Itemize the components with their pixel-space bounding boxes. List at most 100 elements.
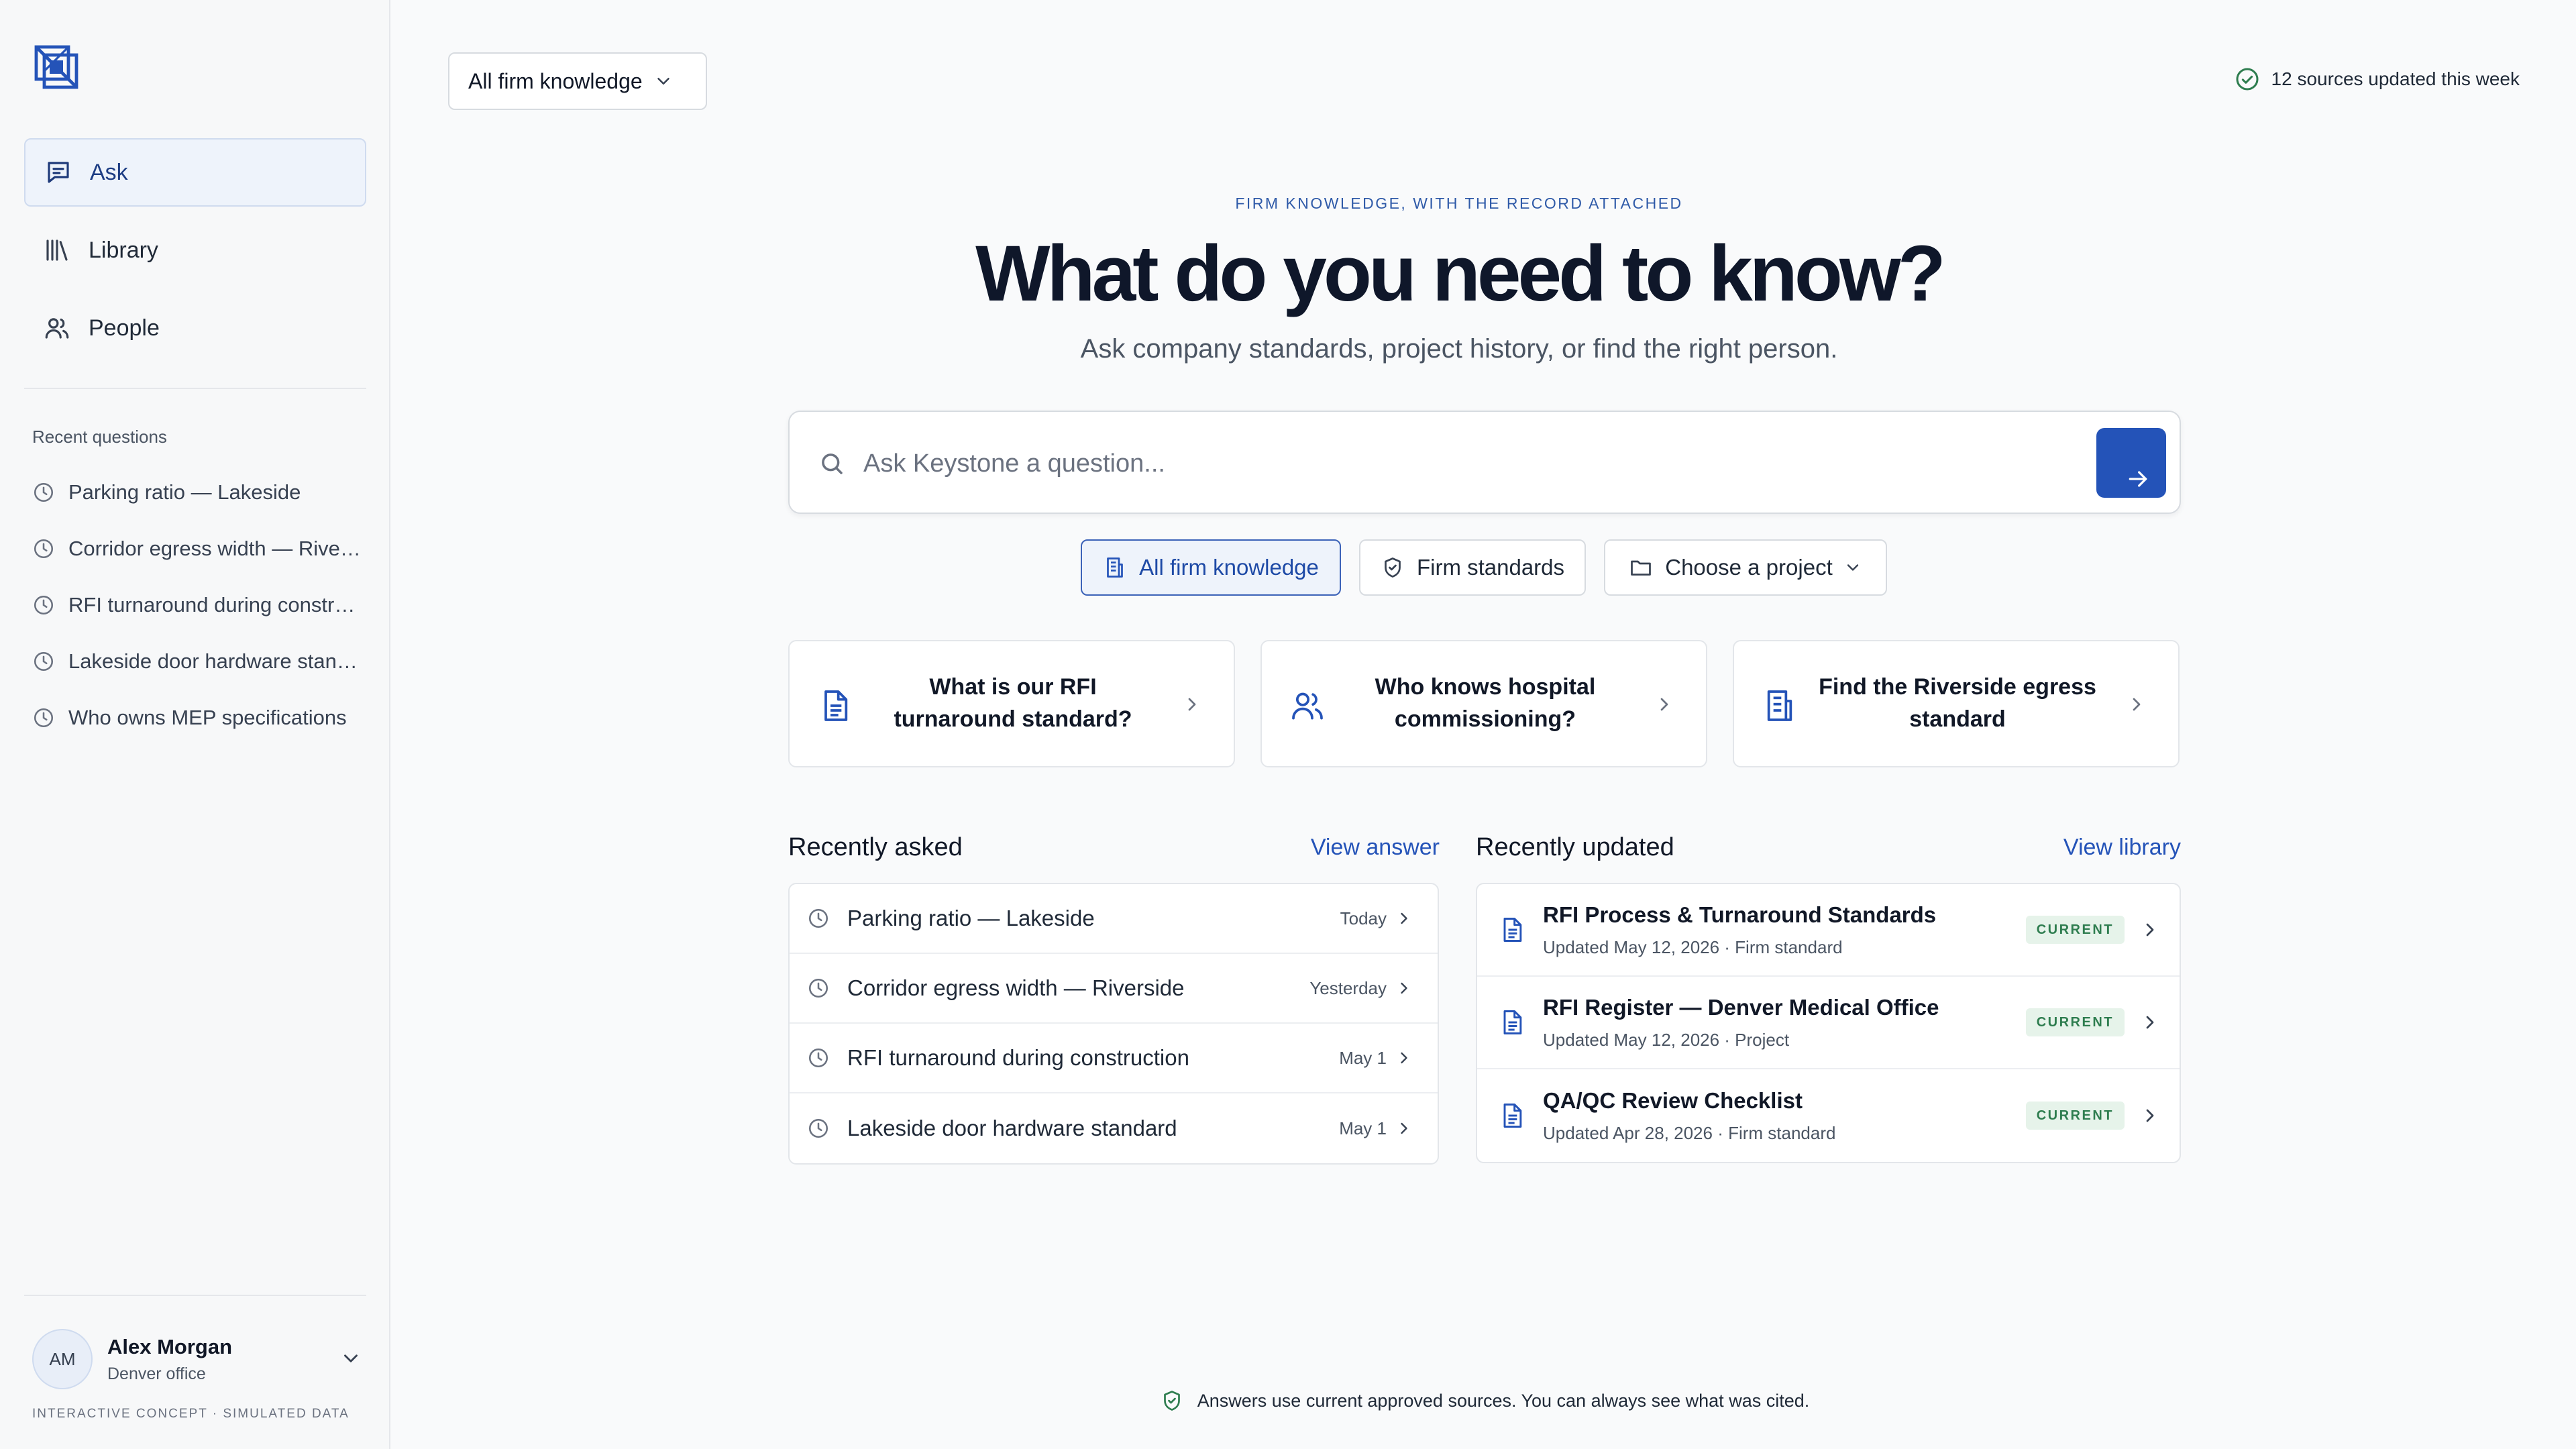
nav-library[interactable]: Library [24, 216, 366, 284]
clock-icon [808, 908, 828, 928]
chevron-right-icon [1188, 698, 1196, 711]
chevron-down-icon [657, 78, 669, 85]
question-label: Lakeside door hardware standard [847, 1116, 1177, 1140]
user-office: Denver office [107, 1364, 206, 1383]
user-name: Alex Morgan [107, 1334, 233, 1358]
chevron-right-icon [1660, 698, 1668, 711]
library-icon [46, 239, 68, 261]
view-answer-link[interactable]: View answer [1311, 835, 1440, 861]
recent-question-item[interactable]: Lakeside door hardware standard [32, 645, 368, 678]
recently-asked-row[interactable]: Lakeside door hardware standard May 1 [790, 1093, 1438, 1163]
document-info: QA/QC Review Checklist Updated Apr 28, 2… [1543, 1088, 1835, 1144]
footer-note-label: Answers use current approved sources. Yo… [1197, 1390, 1810, 1411]
document-info: RFI Process & Turnaround Standards Updat… [1543, 902, 1936, 958]
recent-question-label: Lakeside door hardware standard [68, 649, 364, 673]
suggestion-card[interactable]: What is our RFI turnaround standard? [788, 640, 1235, 767]
clock-icon [34, 539, 54, 559]
recently-asked-list: Parking ratio — Lakeside Today Corridor … [788, 883, 1439, 1165]
sidebar-divider [24, 388, 366, 389]
recent-question-label: Corridor egress width — Riverside [68, 537, 364, 560]
filter-label: All firm knowledge [1139, 555, 1319, 580]
recent-question-item[interactable]: Who owns MEP specifications [32, 701, 368, 735]
people-icon [45, 318, 69, 339]
filter-choose-project-dropdown[interactable]: Choose a project [1604, 539, 1887, 596]
sources-status-label: 12 sources updated this week [2271, 68, 2520, 89]
recently-asked-heading: Recently asked [788, 833, 963, 861]
user-info: Alex Morgan Denver office [107, 1335, 232, 1384]
document-info: RFI Register — Denver Medical Office Upd… [1543, 995, 1939, 1051]
avatar: AM [32, 1329, 93, 1389]
document-title: RFI Register — Denver Medical Office [1543, 994, 1939, 1020]
recently-updated-row[interactable]: RFI Process & Turnaround Standards Updat… [1477, 884, 2180, 977]
check-circle-icon [2236, 68, 2259, 91]
people-icon [1292, 692, 1323, 720]
view-library-link[interactable]: View library [2063, 835, 2181, 861]
filter-firm-standards[interactable]: Firm standards [1359, 539, 1586, 596]
document-meta: Updated May 12, 2026 · Project [1543, 1029, 1790, 1050]
recently-asked-row[interactable]: Parking ratio — Lakeside Today [790, 884, 1438, 954]
recently-asked-row[interactable]: Corridor egress width — Riverside Yester… [790, 954, 1438, 1024]
recently-updated-row[interactable]: QA/QC Review Checklist Updated Apr 28, 2… [1477, 1069, 2180, 1162]
question-label: Corridor egress width — Riverside [847, 975, 1185, 1000]
keystone-logo-icon[interactable] [32, 43, 80, 91]
knowledge-scope-dropdown[interactable]: All firm knowledge [448, 52, 707, 110]
building-icon [1107, 557, 1123, 578]
recent-question-item[interactable]: Corridor egress width — Riverside [32, 532, 368, 566]
suggestion-label: Who knows hospital commissioning? [1375, 674, 1596, 732]
document-icon [824, 690, 848, 721]
sidebar: Ask Library People Recent questions Park… [0, 0, 390, 1449]
status-badge: CURRENT [2025, 1008, 2125, 1036]
document-title: QA/QC Review Checklist [1543, 1087, 1803, 1113]
nav-library-label: Library [89, 237, 158, 263]
submit-question-button[interactable] [2096, 428, 2166, 498]
recent-questions-heading: Recent questions [32, 427, 167, 447]
question-date: May 1 [1339, 1118, 1387, 1138]
chevron-right-icon [1401, 1122, 1407, 1134]
clock-icon [34, 595, 54, 615]
folder-icon [1631, 560, 1652, 576]
app: Ask Library People Recent questions Park… [0, 0, 2576, 1449]
recently-updated-heading: Recently updated [1476, 833, 1674, 861]
footer-note: Answers use current approved sources. Yo… [788, 1389, 2181, 1413]
filter-label: Firm standards [1416, 555, 1565, 580]
suggestion-card[interactable]: Find the Riverside egress standard [1733, 640, 2180, 767]
sources-status: 12 sources updated this week [2234, 66, 2520, 93]
chevron-right-icon [2146, 923, 2154, 936]
knowledge-scope-label: All firm knowledge [468, 68, 643, 93]
chevron-down-icon [344, 1354, 358, 1362]
clock-icon [808, 1118, 828, 1138]
clock-icon [34, 482, 54, 502]
search-icon [822, 453, 843, 474]
arrow-right-icon [2129, 471, 2147, 487]
document-icon [1503, 1010, 1522, 1034]
clock-icon [34, 651, 54, 672]
status-badge: CURRENT [2025, 1102, 2125, 1130]
clock-icon [808, 1048, 828, 1068]
document-title: RFI Process & Turnaround Standards [1543, 902, 1937, 927]
document-icon [1503, 918, 1522, 942]
nav-ask[interactable]: Ask [24, 138, 366, 207]
suggestion-label: What is our RFI turnaround standard? [894, 674, 1132, 732]
filter-label: Choose a project [1665, 555, 1833, 580]
filter-all-firm-knowledge[interactable]: All firm knowledge [1081, 539, 1341, 596]
question-label: Parking ratio — Lakeside [847, 906, 1095, 930]
recently-updated-row[interactable]: RFI Register — Denver Medical Office Upd… [1477, 977, 2180, 1069]
nav-people[interactable]: People [24, 294, 366, 362]
recent-question-label: RFI turnaround during construction [68, 593, 364, 616]
suggestion-card[interactable]: Who knows hospital commissioning? [1260, 640, 1707, 767]
user-menu[interactable]: AM Alex Morgan Denver office [32, 1327, 368, 1391]
search-box [788, 411, 2181, 514]
recent-question-item[interactable]: Parking ratio — Lakeside [32, 476, 368, 509]
suggestion-label: Find the Riverside egress standard [1819, 674, 2096, 732]
page-subtitle: Ask company standards, project history, … [1080, 334, 1838, 364]
question-label: RFI turnaround during construction [847, 1045, 1189, 1070]
hero-eyebrow: FIRM KNOWLEDGE, WITH THE RECORD ATTACHED [1235, 195, 1683, 212]
recent-question-item[interactable]: RFI turnaround during construction [32, 588, 368, 622]
search-input[interactable] [863, 432, 2004, 495]
clock-icon [34, 708, 54, 728]
recently-updated-list: RFI Process & Turnaround Standards Updat… [1476, 883, 2181, 1163]
building-icon [1767, 690, 1792, 721]
recently-asked-row[interactable]: RFI turnaround during construction May 1 [790, 1024, 1438, 1093]
page-title: What do you need to know? [975, 229, 1946, 318]
document-meta: Updated May 12, 2026 · Firm standard [1543, 936, 1843, 957]
